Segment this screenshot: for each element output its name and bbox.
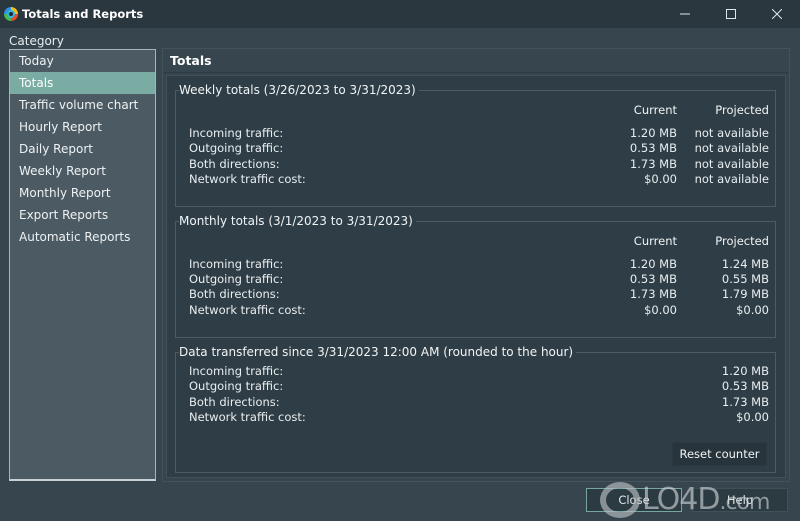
current-value: 0.53 MB (629, 141, 677, 155)
panel-header: Totals (163, 49, 789, 73)
sidebar-item-totals[interactable]: Totals (10, 72, 155, 94)
weekly-totals-group: Weekly totals (3/26/2023 to 3/31/2023) C… (175, 83, 776, 207)
monthly-totals-title: Monthly totals (3/1/2023 to 3/31/2023) (179, 214, 416, 228)
table-row: Both directions: 1.73 MB 1.79 MB (189, 287, 769, 303)
row-label: Outgoing traffic: (189, 272, 284, 286)
value: 0.53 MB (721, 379, 769, 393)
table-row: Incoming traffic: 1.20 MB not available (189, 126, 769, 142)
dialog-buttons: Close Help (586, 488, 788, 512)
close-icon (772, 9, 782, 19)
data-transferred-title: Data transferred since 3/31/2023 12:00 A… (179, 345, 577, 359)
sidebar-item-export-reports[interactable]: Export Reports (10, 204, 155, 226)
category-label: Category (9, 34, 64, 48)
maximize-button[interactable] (708, 0, 754, 28)
page-title: Totals (170, 53, 212, 68)
row-label: Both directions: (189, 157, 280, 171)
projected-value: $0.00 (736, 303, 769, 317)
sidebar-item-monthly-report[interactable]: Monthly Report (10, 182, 155, 204)
help-button[interactable]: Help (692, 488, 788, 512)
projected-value: not available (694, 141, 769, 155)
panel-body: Weekly totals (3/26/2023 to 3/31/2023) C… (166, 75, 786, 478)
row-label: Both directions: (189, 395, 280, 409)
close-dialog-button[interactable]: Close (586, 488, 682, 512)
reset-counter-button[interactable]: Reset counter (672, 442, 767, 466)
projected-column-header: Projected (715, 234, 769, 248)
table-row: Outgoing traffic: 0.53 MB 0.55 MB (189, 272, 769, 288)
row-label: Incoming traffic: (189, 257, 284, 271)
value: 1.20 MB (721, 364, 769, 378)
app-icon (4, 7, 18, 21)
row-label: Network traffic cost: (189, 172, 306, 186)
projected-value: not available (694, 172, 769, 186)
value: 1.73 MB (721, 395, 769, 409)
table-row: Incoming traffic: 1.20 MB (189, 364, 769, 380)
current-column-header: Current (633, 234, 677, 248)
close-button[interactable] (754, 0, 800, 28)
projected-value: 1.79 MB (721, 287, 769, 301)
table-row: Both directions: 1.73 MB not available (189, 157, 769, 173)
value: $0.00 (736, 410, 769, 424)
minimize-button[interactable] (662, 0, 708, 28)
row-label: Incoming traffic: (189, 126, 284, 140)
monthly-totals-group: Monthly totals (3/1/2023 to 3/31/2023) C… (175, 214, 776, 338)
main-panel: Totals Weekly totals (3/26/2023 to 3/31/… (162, 48, 790, 482)
table-row: Outgoing traffic: 0.53 MB not available (189, 141, 769, 157)
row-label: Network traffic cost: (189, 303, 306, 317)
projected-value: 0.55 MB (721, 272, 769, 286)
sidebar-item-traffic-volume-chart[interactable]: Traffic volume chart (10, 94, 155, 116)
window-controls (662, 0, 800, 28)
projected-value: not available (694, 126, 769, 140)
current-value: 1.20 MB (629, 126, 677, 140)
category-list[interactable]: Today Totals Traffic volume chart Hourly… (9, 49, 156, 481)
sidebar-item-hourly-report[interactable]: Hourly Report (10, 116, 155, 138)
row-label: Incoming traffic: (189, 364, 284, 378)
weekly-header-row: Current Projected (189, 103, 769, 119)
title-bar: Totals and Reports (0, 0, 800, 28)
current-value: $0.00 (644, 172, 677, 186)
row-label: Outgoing traffic: (189, 379, 284, 393)
current-value: 1.73 MB (629, 287, 677, 301)
maximize-icon (726, 9, 736, 19)
projected-value: not available (694, 157, 769, 171)
current-value: 0.53 MB (629, 272, 677, 286)
sidebar-item-daily-report[interactable]: Daily Report (10, 138, 155, 160)
window-title: Totals and Reports (22, 7, 144, 21)
table-row: Network traffic cost: $0.00 not availabl… (189, 172, 769, 188)
current-column-header: Current (633, 103, 677, 117)
row-label: Outgoing traffic: (189, 141, 284, 155)
row-label: Both directions: (189, 287, 280, 301)
table-row: Network traffic cost: $0.00 (189, 410, 769, 426)
sidebar-item-weekly-report[interactable]: Weekly Report (10, 160, 155, 182)
minimize-icon (680, 13, 690, 15)
table-row: Network traffic cost: $0.00 $0.00 (189, 303, 769, 319)
sidebar-item-today[interactable]: Today (10, 50, 155, 72)
table-row: Both directions: 1.73 MB (189, 395, 769, 411)
data-transferred-group: Data transferred since 3/31/2023 12:00 A… (175, 345, 776, 473)
table-row: Outgoing traffic: 0.53 MB (189, 379, 769, 395)
weekly-totals-title: Weekly totals (3/26/2023 to 3/31/2023) (179, 83, 419, 97)
projected-column-header: Projected (715, 103, 769, 117)
current-value: 1.20 MB (629, 257, 677, 271)
row-label: Network traffic cost: (189, 410, 306, 424)
current-value: $0.00 (644, 303, 677, 317)
current-value: 1.73 MB (629, 157, 677, 171)
monthly-header-row: Current Projected (189, 234, 769, 250)
projected-value: 1.24 MB (721, 257, 769, 271)
table-row: Incoming traffic: 1.20 MB 1.24 MB (189, 257, 769, 273)
sidebar-item-automatic-reports[interactable]: Automatic Reports (10, 226, 155, 248)
